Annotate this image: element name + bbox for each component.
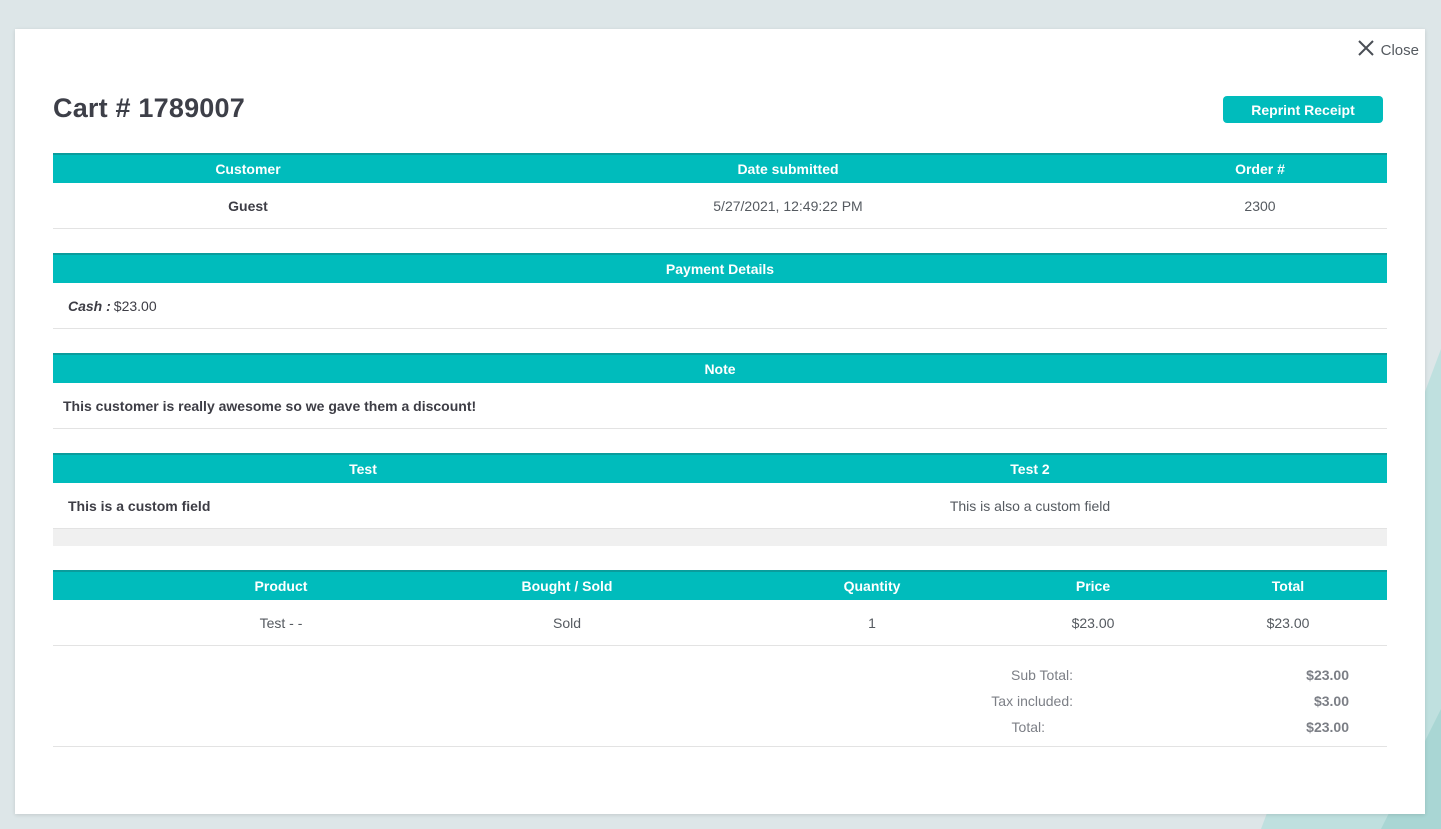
order-info-table: Customer Date submitted Order # Guest 5/… bbox=[53, 153, 1387, 229]
note-header: Note bbox=[53, 353, 1387, 383]
payment-details-table: Payment Details Cash : $23.00 bbox=[53, 253, 1387, 329]
custom-field-test-value: This is a custom field bbox=[68, 497, 211, 514]
payment-details-header: Payment Details bbox=[53, 253, 1387, 283]
quantity-cell: 1 bbox=[868, 614, 876, 631]
date-submitted-value: 5/27/2021, 12:49:22 PM bbox=[713, 197, 863, 214]
total-label: Total: bbox=[1011, 719, 1045, 735]
header-bought-sold: Bought / Sold bbox=[521, 578, 613, 594]
page-title: Cart # 1789007 bbox=[53, 93, 245, 123]
customer-value: Guest bbox=[228, 197, 268, 214]
cart-detail-modal: Close Cart # 1789007 Reprint Receipt Cus… bbox=[15, 29, 1425, 814]
note-text: This customer is really awesome so we ga… bbox=[53, 383, 1387, 429]
payment-row: Cash : $23.00 bbox=[53, 283, 1387, 329]
sub-total-value: $23.00 bbox=[1306, 667, 1349, 683]
header-product: Product bbox=[254, 578, 308, 594]
product-cell: Test - - bbox=[259, 614, 303, 631]
header-test: Test bbox=[349, 461, 377, 477]
note-title: Note bbox=[704, 361, 736, 377]
bought-sold-cell: Sold bbox=[552, 614, 582, 631]
custom-fields-row: This is a custom field This is also a cu… bbox=[53, 483, 1387, 529]
close-label: Close bbox=[1380, 41, 1419, 59]
payment-details-title: Payment Details bbox=[665, 261, 775, 277]
header-test-2: Test 2 bbox=[1010, 461, 1050, 477]
header-date-submitted: Date submitted bbox=[737, 161, 839, 177]
header-quantity: Quantity bbox=[843, 578, 901, 594]
header-customer: Customer bbox=[215, 161, 281, 177]
custom-field-test-2-value: This is also a custom field bbox=[949, 497, 1111, 514]
total-value: $23.00 bbox=[1306, 719, 1349, 735]
sub-total-label: Sub Total: bbox=[1010, 667, 1073, 683]
tax-value: $3.00 bbox=[1313, 693, 1349, 709]
section-divider bbox=[53, 529, 1387, 546]
table-row: Test - - Sold 1 $23.00 $23.00 bbox=[53, 600, 1387, 646]
products-table: Product Bought / Sold Quantity Price Total Te… bbox=[53, 570, 1387, 646]
total-cell: $23.00 bbox=[1266, 614, 1310, 631]
custom-fields-table: Test Test 2 This is a custom field This … bbox=[53, 453, 1387, 546]
payment-method: Cash : bbox=[68, 297, 111, 314]
price-cell: $23.00 bbox=[1071, 614, 1115, 631]
note-table: Note This customer is really awesome so … bbox=[53, 353, 1387, 429]
totals-section: Sub Total: $23.00 Tax included: $3.00 To… bbox=[53, 663, 1387, 747]
tax-label: Tax included: bbox=[991, 693, 1073, 709]
reprint-receipt-button[interactable]: Reprint Receipt bbox=[1223, 96, 1383, 123]
close-button[interactable]: Close bbox=[1357, 39, 1419, 61]
payment-amount: $23.00 bbox=[113, 297, 157, 314]
order-info-row: Guest 5/27/2021, 12:49:22 PM 2300 bbox=[53, 183, 1387, 229]
header-total: Total bbox=[1271, 578, 1305, 594]
order-info-header: Customer Date submitted Order # bbox=[53, 153, 1387, 183]
custom-fields-header: Test Test 2 bbox=[53, 453, 1387, 483]
header-order-number: Order # bbox=[1235, 161, 1285, 177]
close-icon bbox=[1357, 39, 1375, 61]
header-price: Price bbox=[1075, 578, 1111, 594]
products-header: Product Bought / Sold Quantity Price Total bbox=[53, 570, 1387, 600]
order-number-value: 2300 bbox=[1244, 197, 1276, 214]
